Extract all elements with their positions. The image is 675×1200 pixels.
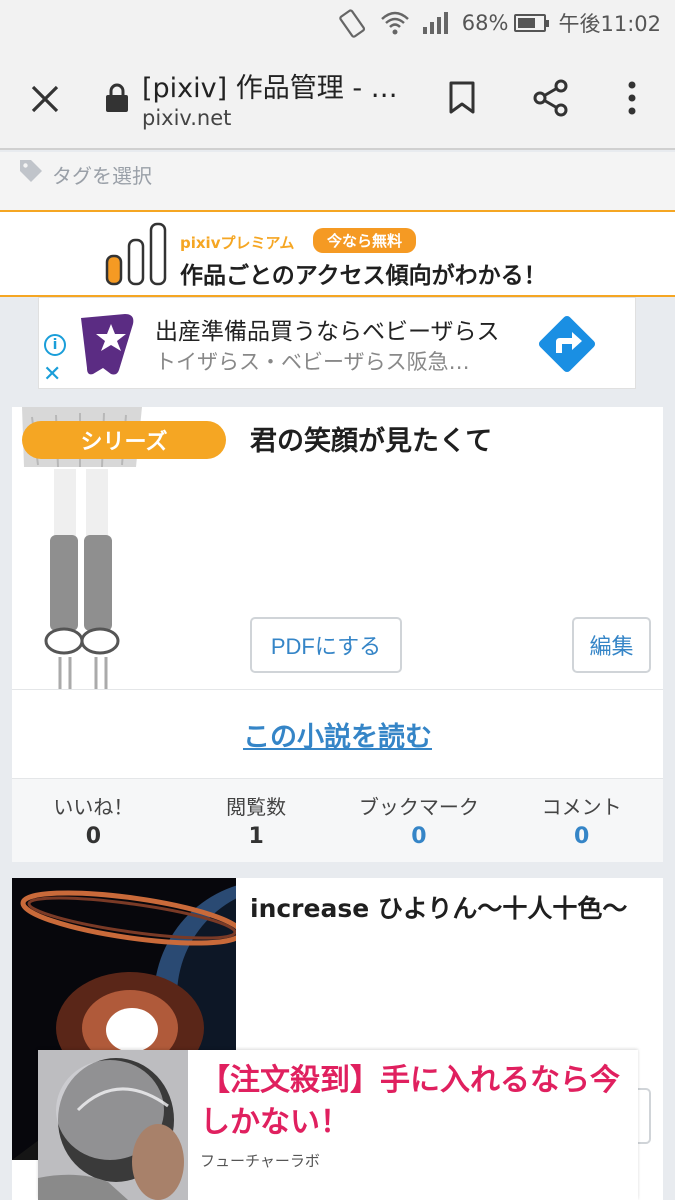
page-url[interactable]: pixiv.net <box>142 106 231 130</box>
stat-label: コメント <box>541 795 622 819</box>
wifi-icon <box>380 10 410 36</box>
screen-rotation-icon <box>338 8 368 38</box>
overlay-ad[interactable]: 【注文殺到】手に入れるなら今しかない！ フューチャーラボ <box>38 1050 638 1200</box>
stat-likes: いいね！ 0 <box>12 779 175 862</box>
ad-title: 出産準備品買うならベビーザらス <box>155 319 500 345</box>
stat-value: 1 <box>248 824 264 849</box>
series-badge: シリーズ <box>22 421 226 459</box>
close-icon <box>31 85 59 113</box>
read-novel-link[interactable]: この小説を読む <box>243 715 432 754</box>
tag-icon <box>18 158 44 184</box>
signal-icon <box>422 11 450 35</box>
stat-value[interactable]: 0 <box>411 824 426 849</box>
ad-image <box>38 1050 188 1200</box>
stat-views: 閲覧数 1 <box>175 779 338 862</box>
ad-info-icon[interactable]: i <box>44 334 66 356</box>
directions-icon[interactable] <box>534 311 600 377</box>
stat-comments[interactable]: コメント 0 <box>500 779 663 862</box>
close-tab-button[interactable] <box>22 76 68 122</box>
stat-value: 0 <box>85 824 102 849</box>
clock: 午後11:02 <box>558 12 661 36</box>
pdf-button[interactable]: PDFにする <box>250 617 402 673</box>
free-now-badge: 今なら無料 <box>313 228 417 253</box>
tag-filter-label: タグを選択 <box>52 164 152 188</box>
overlay-ad-sponsor: フューチャーラボ <box>200 1152 320 1170</box>
ad-subtitle: トイザらス・ベビーザらス阪急… <box>155 350 470 374</box>
ad-banner[interactable]: i ✕ 出産準備品買うならベビーザらス トイザらス・ベビーザらス阪急… <box>38 297 636 389</box>
bookmark-button[interactable] <box>442 76 482 120</box>
share-icon <box>533 79 568 117</box>
ad-close-icon[interactable]: ✕ <box>43 362 61 387</box>
work-stats: いいね！ 0 閲覧数 1 ブックマーク 0 コメント 0 <box>12 779 663 862</box>
work-title[interactable]: 君の笑顔が見たくて <box>250 419 492 458</box>
stat-value[interactable]: 0 <box>574 824 589 849</box>
premium-banner[interactable]: pixivプレミアム 今なら無料 作品ごとのアクセス傾向がわかる！ <box>0 210 675 297</box>
more-vertical-icon <box>628 81 636 115</box>
work-title[interactable]: increase ひよりん〜十人十色〜 <box>250 892 650 926</box>
ad-photo[interactable] <box>38 1050 188 1200</box>
stat-label: いいね！ <box>53 795 134 819</box>
babiesrus-logo <box>81 314 134 375</box>
premium-brand: pixivプレミアム <box>180 234 295 252</box>
bookmark-icon <box>449 81 475 114</box>
lock-icon[interactable] <box>104 82 130 114</box>
battery-icon <box>514 14 550 32</box>
battery-percent: 68% <box>461 11 509 35</box>
page-title: [pixiv] 作品管理 - … <box>142 73 398 104</box>
read-novel-row: この小説を読む <box>12 689 663 779</box>
share-button[interactable] <box>528 76 574 120</box>
battery-indicator: 68% <box>461 11 550 35</box>
browser-toolbar: [pixiv] 作品管理 - … pixiv.net <box>0 46 675 150</box>
edit-button[interactable]: 編集 <box>572 617 651 673</box>
stat-label: 閲覧数 <box>226 795 287 819</box>
overflow-menu-button[interactable] <box>612 76 652 120</box>
bar-chart-icon <box>105 222 167 286</box>
stat-bookmarks[interactable]: ブックマーク 0 <box>338 779 501 862</box>
overlay-ad-text[interactable]: 【注文殺到】手に入れるなら今しかない！ <box>200 1060 630 1144</box>
stat-label: ブックマーク <box>358 795 479 819</box>
tag-filter-row[interactable]: タグを選択 <box>0 152 675 210</box>
status-bar: 68% 午後11:02 <box>0 0 675 46</box>
work-card: シリーズ 君の笑顔が見たくて PDFにする 編集 この小説を読む いいね！ 0 … <box>12 407 663 862</box>
premium-headline: 作品ごとのアクセス傾向がわかる！ <box>180 263 547 289</box>
